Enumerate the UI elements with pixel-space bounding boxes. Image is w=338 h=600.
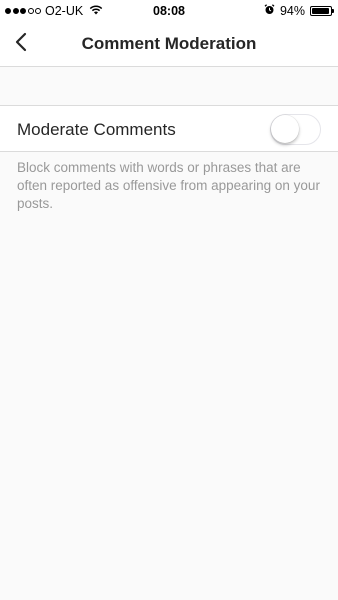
toggle-knob (271, 115, 299, 143)
setting-label: Moderate Comments (17, 120, 176, 139)
page-title: Comment Moderation (81, 34, 257, 53)
moderate-comments-toggle[interactable] (270, 114, 321, 145)
alarm-icon (264, 4, 275, 18)
help-text: Block comments with words or phrases tha… (17, 160, 320, 211)
battery-percent: 94% (279, 4, 305, 18)
status-bar: O2-UK 08:08 94% (0, 0, 338, 22)
battery-fill (312, 8, 329, 14)
battery-icon (310, 6, 334, 16)
status-right: 94% (264, 4, 334, 18)
nav-bar: Comment Moderation (0, 22, 338, 67)
moderate-comments-row: Moderate Comments (0, 105, 338, 152)
